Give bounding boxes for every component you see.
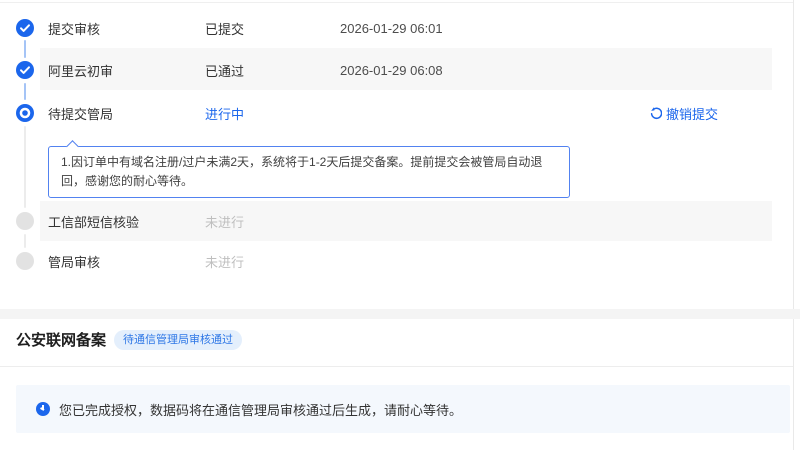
police-filing-status-badge: 待通信管理局审核通过 <box>114 329 243 350</box>
withdraw-submit-button[interactable]: 撤销提交 <box>650 104 718 123</box>
right-border-line <box>793 0 794 450</box>
police-filing-info-banner: 您已完成授权，数据码将在通信管理局审核通过后生成，请耐心等待。 <box>16 385 790 433</box>
radio-circle-icon <box>16 104 34 122</box>
header-divider <box>0 366 793 367</box>
clock-icon <box>36 402 50 416</box>
step-time: 2026-01-29 06:08 <box>340 62 443 78</box>
step-label: 阿里云初审 <box>48 63 114 79</box>
timeline-step-aliyun-review: 阿里云初审 已通过 2026-01-29 06:08 <box>0 50 772 90</box>
notice-tooltip-text: 1.因订单中有域名注册/过户未满2天，系统将于1-2天后提交备案。提前提交会被管… <box>61 155 543 188</box>
gray-dot-icon <box>16 212 34 230</box>
notice-tooltip: 1.因订单中有域名注册/过户未满2天，系统将于1-2天后提交备案。提前提交会被管… <box>48 146 570 198</box>
undo-icon <box>650 106 662 119</box>
step-label: 提交审核 <box>48 21 101 37</box>
timeline-step-submit-review: 提交审核 已提交 2026-01-29 06:01 <box>0 8 772 48</box>
step-status: 未进行 <box>205 214 245 230</box>
timeline-step-pending-authority-submit: 待提交管局 进行中 撤销提交 <box>0 93 772 133</box>
withdraw-submit-label: 撤销提交 <box>665 106 718 122</box>
step-status: 已通过 <box>205 63 245 79</box>
check-circle-icon <box>16 61 34 79</box>
police-filing-title: 公安联网备案 <box>16 332 107 349</box>
step-status: 已提交 <box>205 21 245 37</box>
gray-dot-icon <box>16 252 34 270</box>
timeline-step-miit-sms-verify: 工信部短信核验 未进行 <box>0 201 772 241</box>
step-label: 管局审核 <box>48 254 101 270</box>
section-divider <box>0 309 800 319</box>
step-time: 2026-01-29 06:01 <box>340 20 443 36</box>
step-status: 未进行 <box>205 254 245 270</box>
icp-filing-status-page: 提交审核 已提交 2026-01-29 06:01 阿里云初审 已通过 2026… <box>0 0 800 450</box>
police-filing-info-text: 您已完成授权，数据码将在通信管理局审核通过后生成，请耐心等待。 <box>59 402 463 418</box>
timeline-connector <box>24 126 26 208</box>
check-circle-icon <box>16 19 34 37</box>
step-label: 工信部短信核验 <box>48 214 140 230</box>
top-divider <box>0 2 793 3</box>
step-status: 进行中 <box>205 106 245 122</box>
police-filing-header: 公安联网备案 待通信管理局审核通过 <box>16 329 243 350</box>
step-label: 待提交管局 <box>48 106 114 122</box>
timeline-step-authority-review: 管局审核 未进行 <box>0 241 772 281</box>
